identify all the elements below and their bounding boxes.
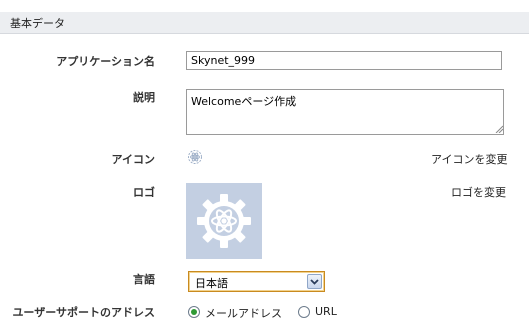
radio-email[interactable] (188, 306, 200, 318)
logo-preview (186, 183, 262, 259)
section-title: 基本データ (10, 17, 65, 30)
chevron-down-icon[interactable] (307, 274, 322, 289)
app-name-label: アプリケーション名 (56, 55, 155, 68)
logo-label: ロゴ (133, 186, 155, 199)
radio-email-label[interactable]: メールアドレス (205, 305, 282, 321)
language-select-value: 日本語 (195, 277, 228, 290)
app-name-input[interactable] (186, 51, 502, 70)
language-select[interactable]: 日本語 (188, 271, 325, 292)
description-textarea[interactable]: Welcomeページ作成 (186, 89, 504, 135)
icon-label: アイコン (111, 153, 155, 166)
section-header: 基本データ (0, 12, 529, 34)
description-label: 説明 (133, 91, 155, 104)
change-logo-link[interactable]: ロゴを変更 (451, 184, 506, 200)
radio-url-label[interactable]: URL (315, 305, 337, 318)
logo-atom-gear-icon (197, 194, 251, 248)
radio-url[interactable] (298, 306, 310, 318)
atom-gear-icon (188, 150, 202, 164)
resize-grip-icon[interactable] (495, 125, 503, 133)
language-label: 言語 (133, 273, 155, 286)
support-address-label: ユーザーサポートのアドレス (12, 306, 155, 319)
change-icon-link[interactable]: アイコンを変更 (431, 151, 507, 167)
